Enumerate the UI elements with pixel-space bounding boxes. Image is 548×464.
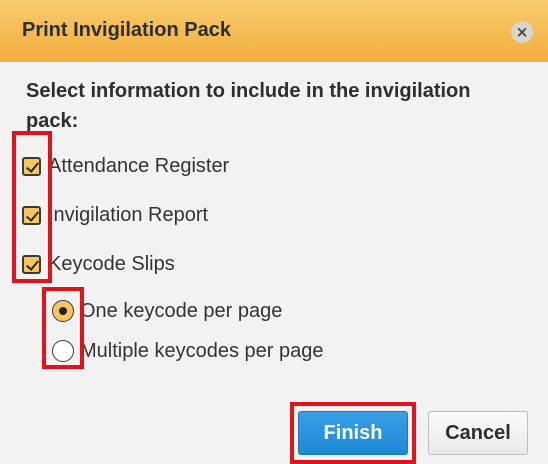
keycode-slips-checkbox[interactable] [22, 254, 41, 274]
dialog-titlebar: Print Invigilation Pack × [0, 0, 548, 62]
close-button[interactable]: × [511, 21, 533, 43]
print-invigilation-dialog: Print Invigilation Pack × Select informa… [0, 0, 548, 464]
multiple-keycodes-option[interactable]: Multiple keycodes per page [52, 337, 323, 365]
attendance-register-checkbox[interactable] [22, 156, 41, 176]
one-keycode-radio[interactable] [52, 300, 74, 322]
cancel-button[interactable]: Cancel [428, 411, 528, 455]
multiple-keycodes-label: Multiple keycodes per page [80, 339, 324, 362]
invigilation-report-option[interactable]: Invigilation Report [22, 201, 208, 229]
multiple-keycodes-radio[interactable] [52, 340, 74, 362]
instruction-text: Select information to include in the inv… [26, 80, 471, 132]
finish-button[interactable]: Finish [298, 411, 408, 455]
keycode-slips-option[interactable]: Keycode Slips [22, 250, 175, 278]
dialog-title: Print Invigilation Pack [22, 19, 231, 41]
invigilation-report-checkbox[interactable] [22, 205, 41, 225]
attendance-register-label: Attendance Register [48, 154, 230, 177]
one-keycode-option[interactable]: One keycode per page [52, 297, 282, 325]
attendance-register-option[interactable]: Attendance Register [22, 152, 229, 180]
close-icon: × [515, 22, 529, 41]
one-keycode-label: One keycode per page [80, 299, 283, 322]
keycode-slips-label: Keycode Slips [48, 252, 175, 275]
invigilation-report-label: Invigilation Report [48, 203, 209, 226]
